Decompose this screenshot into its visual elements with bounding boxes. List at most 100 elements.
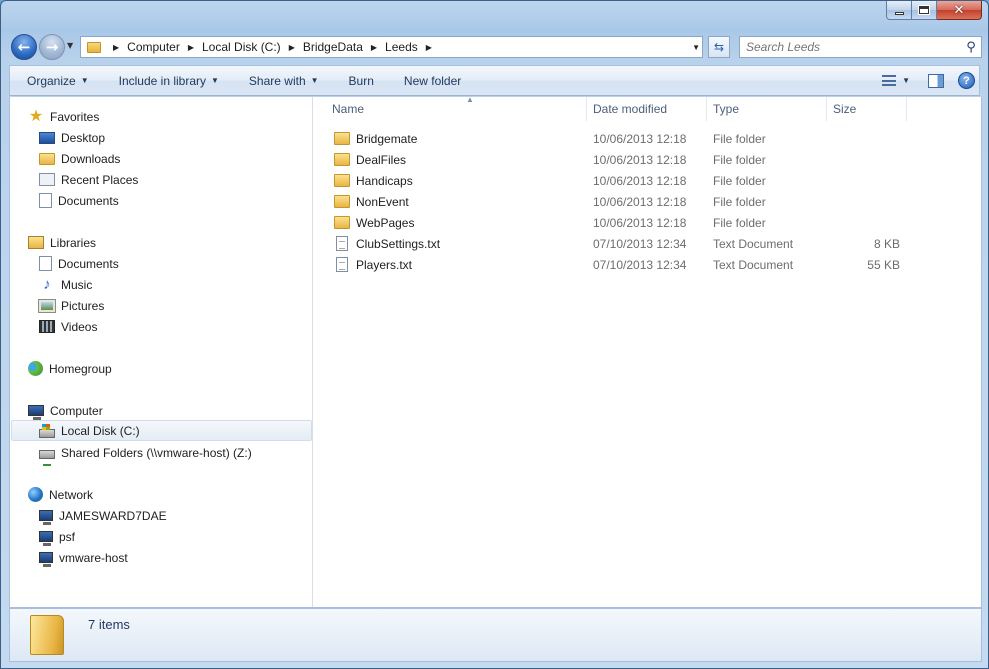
file-type: File folder [713,173,766,188]
forward-arrow-icon: → [45,38,59,56]
nav-videos[interactable]: Videos [39,316,97,337]
file-size: 8 KB [873,236,900,251]
new-folder-button[interactable]: New folder [384,66,471,95]
item-count: 7 items [88,617,130,632]
maximize-button[interactable] [912,1,937,20]
burn-button[interactable]: Burn [329,66,384,95]
nav-network-computer[interactable]: psf [39,526,75,547]
nav-network[interactable]: Network [28,484,93,505]
close-button[interactable]: ✕ [937,1,982,20]
file-row[interactable]: Players.txt 07/10/2013 12:34 Text Docume… [314,254,914,275]
file-type: File folder [713,194,766,209]
breadcrumb-leeds[interactable]: Leeds [385,40,418,54]
breadcrumb-separator-icon[interactable]: ▶ [188,43,194,52]
column-header-date-modified[interactable]: Date modified [587,97,707,121]
recent-pages-button[interactable]: ▼ [67,41,73,50]
search-input[interactable] [740,37,961,57]
nav-recent-places[interactable]: Recent Places [39,169,138,190]
nav-homegroup[interactable]: Homegroup [28,358,112,379]
nav-downloads-label: Downloads [61,151,121,166]
chevron-down-icon: ▼ [310,76,319,85]
include-in-library-label: Include in library [118,73,206,88]
file-row[interactable]: DealFiles 10/06/2013 12:18 File folder [314,149,914,170]
file-name-cell: WebPages [334,212,414,233]
include-in-library-button[interactable]: Include in library ▼ [99,66,229,95]
recent-places-icon [39,173,55,186]
nav-network-computer[interactable]: JAMESWARD7DAE [39,505,167,526]
forward-button[interactable]: → [39,34,65,60]
minimize-button[interactable] [886,1,912,20]
chevron-down-icon: ▼ [80,76,89,85]
breadcrumb-separator-icon[interactable]: ▶ [371,43,377,52]
help-icon[interactable]: ? [958,72,975,89]
nav-recent-places-label: Recent Places [61,172,139,187]
address-bar[interactable]: ▶ Computer ▶ Local Disk (C:) ▶ BridgeDat… [80,36,703,58]
file-name-cell: ClubSettings.txt [334,233,440,254]
local-disk-icon [39,424,55,438]
file-name-cell: Handicaps [334,170,413,191]
refresh-button[interactable]: ⇆ [708,36,730,58]
breadcrumb-local-disk[interactable]: Local Disk (C:) [202,40,281,54]
column-date-label: Date modified [593,102,668,116]
breadcrumb-computer[interactable]: Computer [127,40,180,54]
file-row[interactable]: Bridgemate 10/06/2013 12:18 File folder [314,128,914,149]
breadcrumb-separator-icon[interactable]: ▶ [113,43,119,52]
text-file-icon [336,257,348,272]
homegroup-icon [28,361,43,376]
nav-documents-label: Documents [58,193,119,208]
nav-shared-folders[interactable]: Shared Folders (\\vmware-host) (Z:) [39,442,252,466]
nav-shared-folders-label: Shared Folders (\\vmware-host) (Z:) [61,445,252,460]
nav-favorites-documents[interactable]: Documents [39,190,119,211]
column-header-name[interactable]: ▲ Name [326,95,587,121]
network-drive-icon [39,450,55,466]
nav-homegroup-label: Homegroup [49,361,112,376]
file-name: DealFiles [356,152,407,167]
chevron-down-icon[interactable]: ▼ [902,76,910,85]
explorer-window: ✕ ← → ▼ ▶ Computer ▶ Local Disk (C:) ▶ B… [0,0,989,669]
breadcrumb-separator-icon[interactable]: ▶ [289,43,295,52]
nav-favorites[interactable]: ★ Favorites [28,106,100,127]
back-button[interactable]: ← [11,34,37,60]
folder-icon [334,153,350,166]
search-box[interactable]: ⚲ [739,36,982,58]
nav-local-disk[interactable]: Local Disk (C:) [11,420,312,441]
maximize-icon [918,5,930,15]
column-size-label: Size [833,102,857,116]
nav-network-computer[interactable]: vmware-host [39,547,128,568]
nav-libraries[interactable]: Libraries [28,232,96,253]
column-header-type[interactable]: Type [707,97,827,121]
refresh-icon: ⇆ [713,40,725,54]
nav-computer[interactable]: Computer [28,400,103,421]
desktop-icon [39,131,55,144]
file-name: WebPages [356,215,415,230]
organize-button[interactable]: Organize ▼ [10,66,99,95]
breadcrumb-separator-icon[interactable]: ▶ [426,43,432,52]
nav-library-documents[interactable]: Documents [39,253,119,274]
new-folder-label: New folder [403,73,462,88]
navigation-bar: ← → ▼ ▶ Computer ▶ Local Disk (C:) ▶ Bri… [9,31,982,63]
search-icon[interactable]: ⚲ [961,40,981,55]
breadcrumb-bridgedata[interactable]: BridgeData [303,40,363,54]
file-type: File folder [713,215,766,230]
downloads-folder-icon [39,152,55,165]
content-area: ★ Favorites Desktop Downloads Recent Plac… [9,95,982,608]
file-name-cell: Players.txt [334,254,412,275]
preview-pane-icon[interactable] [928,73,944,88]
change-view-icon[interactable] [882,75,897,86]
burn-label: Burn [348,73,374,88]
file-row[interactable]: WebPages 10/06/2013 12:18 File folder [314,212,914,233]
address-dropdown-icon[interactable]: ▼ [692,43,700,52]
file-date: 10/06/2013 12:18 [593,131,687,146]
organize-label: Organize [27,73,76,88]
nav-downloads[interactable]: Downloads [39,148,120,169]
file-name: Bridgemate [356,131,418,146]
file-row[interactable]: Handicaps 10/06/2013 12:18 File folder [314,170,914,191]
sort-ascending-icon: ▲ [466,95,474,104]
share-with-button[interactable]: Share with ▼ [229,66,329,95]
nav-pictures[interactable]: Pictures [38,295,104,316]
file-row[interactable]: ClubSettings.txt 07/10/2013 12:34 Text D… [314,233,914,254]
column-header-size[interactable]: Size [827,97,907,121]
file-row[interactable]: NonEvent 10/06/2013 12:18 File folder [314,191,914,212]
nav-music[interactable]: ♪ Music [39,274,92,295]
nav-desktop[interactable]: Desktop [39,127,105,148]
